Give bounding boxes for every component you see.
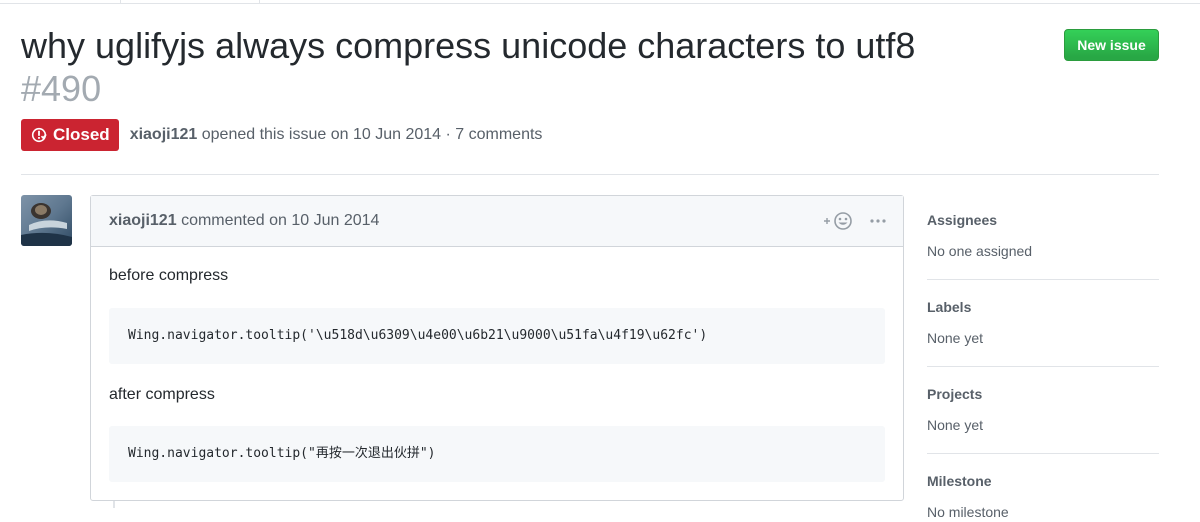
- comment-paragraph: before compress: [109, 267, 229, 284]
- sidebar-heading-assignees[interactable]: Assignees: [927, 210, 1159, 230]
- sidebar-divider: [927, 279, 1159, 280]
- sidebar-heading-milestone[interactable]: Milestone: [927, 471, 1159, 491]
- comment-header: xiaoji121 commented on 10 Jun 2014: [91, 196, 903, 247]
- header-divider: [21, 174, 1159, 175]
- issue-meta: Closed xiaoji121 opened this issue on 10…: [21, 119, 542, 151]
- sidebar-labels: Labels None yet: [927, 297, 1159, 348]
- more-options-button[interactable]: [868, 211, 888, 231]
- code-block: Wing.navigator.tooltip("再按一次退出伙拼"): [109, 426, 885, 482]
- issue-title: why uglifyjs always compress unicode cha…: [21, 25, 916, 66]
- comment-paragraph: after compress: [109, 386, 215, 403]
- sidebar-milestone: Milestone No milestone: [927, 471, 1159, 522]
- sidebar-value-assignees: No one assigned: [927, 243, 1033, 259]
- issue-author-link[interactable]: xiaoji121: [130, 126, 198, 143]
- sidebar-divider: [927, 453, 1159, 454]
- sidebar-heading-projects[interactable]: Projects: [927, 384, 1159, 404]
- add-reaction-button[interactable]: [822, 211, 856, 231]
- sidebar-value-milestone: No milestone: [927, 504, 1009, 520]
- sidebar-projects: Projects None yet: [927, 384, 1159, 435]
- status-label: Closed: [53, 125, 110, 144]
- issue-meta-text: xiaoji121 opened this issue on 10 Jun 20…: [130, 126, 543, 144]
- code-block: Wing.navigator.tooltip('\u518d\u6309\u4e…: [109, 308, 885, 364]
- sidebar-value-labels: None yet: [927, 330, 984, 346]
- top-nav-bar: [0, 0, 1200, 4]
- avatar[interactable]: [21, 195, 72, 246]
- kebab-horizontal-icon: [870, 219, 886, 223]
- sidebar-heading-labels[interactable]: Labels: [927, 297, 1159, 317]
- comment-date: commented on 10 Jun 2014: [181, 212, 380, 229]
- status-badge: Closed: [21, 119, 119, 151]
- new-issue-button[interactable]: New issue: [1064, 29, 1159, 61]
- sidebar-value-projects: None yet: [927, 417, 984, 433]
- active-tab-edge: [120, 0, 260, 3]
- sidebar-divider: [927, 366, 1159, 367]
- comment-box: xiaoji121 commented on 10 Jun 2014 befor…: [90, 195, 904, 501]
- sidebar-assignees: Assignees No one assigned: [927, 210, 1159, 261]
- issue-number: #490: [21, 68, 102, 109]
- comment-author-line: xiaoji121 commented on 10 Jun 2014: [109, 212, 379, 230]
- issue-opened-text: opened this issue on 10 Jun 2014 · 7 com…: [201, 126, 543, 143]
- issue-closed-icon: [31, 127, 47, 143]
- timeline-line: [113, 501, 115, 508]
- smiley-add-icon: [824, 212, 852, 230]
- comment-author-link[interactable]: xiaoji121: [109, 212, 177, 229]
